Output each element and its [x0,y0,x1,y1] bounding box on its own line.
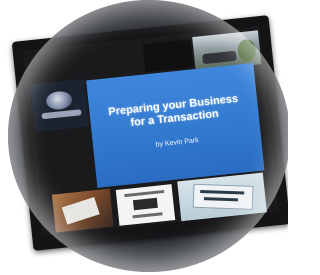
slide-byline: by Kevin Park [155,137,200,149]
thumbnail-for-sale-sign [177,172,267,222]
globe-base [41,109,82,120]
globe-icon [45,90,73,111]
sign-text-line [200,190,245,195]
thumbnail-logo-card [115,184,176,226]
thumbnail-globe-image [30,78,89,133]
presentation-slide: Preparing your Business for a Transactio… [86,62,265,188]
document-shape [61,196,100,225]
tree-shape [236,38,258,63]
photo: Preparing your Business for a Transactio… [0,0,288,275]
thumbnail-handshake-image [51,188,114,233]
thumbnail-dark-image [142,39,194,73]
sign-text-line [203,197,239,202]
display-monitor: Preparing your Business for a Transactio… [11,15,288,251]
slide-title: Preparing your Business for a Transactio… [95,91,253,133]
card-text-line [132,212,163,219]
card-text-line [124,189,165,198]
display-screen: Preparing your Business for a Transactio… [22,26,279,236]
company-logo [132,197,158,211]
car-shape [202,50,237,65]
for-sale-sign [192,183,254,210]
